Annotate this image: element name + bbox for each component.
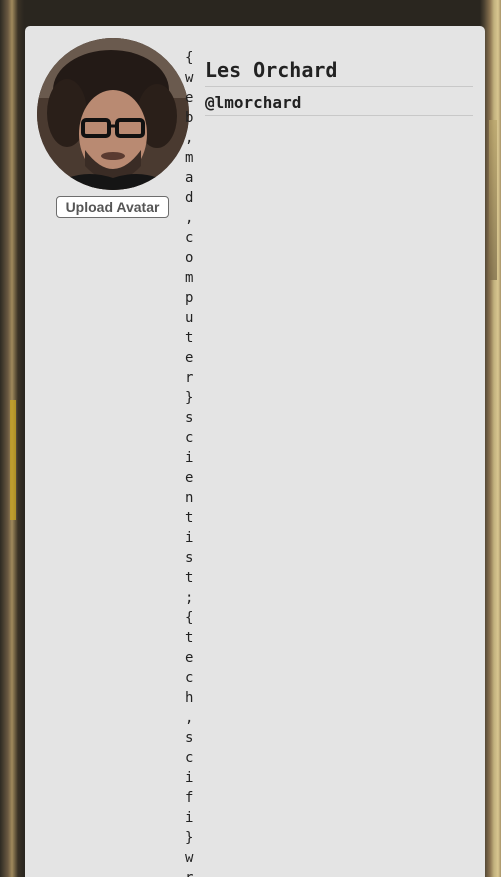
background-detail <box>489 120 497 280</box>
background-detail <box>10 400 16 520</box>
avatar-photo-icon <box>37 38 189 190</box>
profile-name: Les Orchard <box>205 58 473 87</box>
profile-card: Upload Avatar {web,mad,computer}scientis… <box>25 26 485 877</box>
bio-text: {web,mad,computer}scientist;{tech,scifi}… <box>185 50 194 877</box>
profile-handle[interactable]: @lmorchard <box>205 93 473 116</box>
upload-avatar-button[interactable]: Upload Avatar <box>56 196 169 218</box>
avatar[interactable] <box>37 38 189 190</box>
